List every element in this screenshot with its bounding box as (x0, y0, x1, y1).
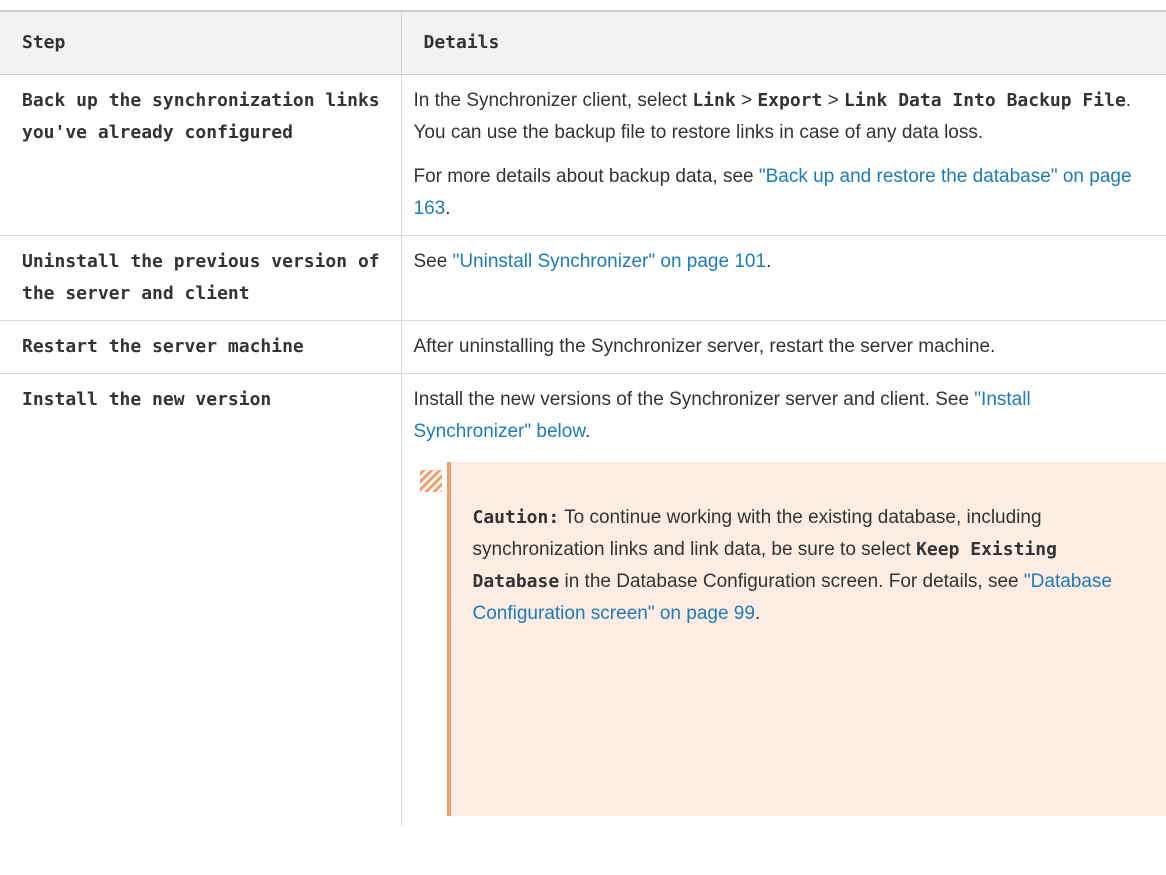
text: . (754, 603, 761, 624)
details-paragraph: See "Uninstall Synchronizer" on page 101… (414, 246, 1151, 278)
steps-table-container: Step Details Back up the synchronization… (0, 10, 1166, 826)
details-cell: Install the new versions of the Synchron… (400, 373, 1166, 826)
menu-separator: > (735, 90, 758, 111)
menu-keyword-link: Link (692, 90, 736, 111)
details-cell: In the Synchronizer client, select Link … (400, 74, 1166, 236)
caution-text: Caution: To continue working with the ex… (473, 502, 1121, 630)
table-row: Install the new version Install the new … (0, 373, 1166, 826)
step-cell: Install the new version (22, 389, 272, 410)
step-cell: Uninstall the previous version of the se… (0, 235, 401, 321)
step-cell: Restart the server machine (0, 320, 401, 374)
details-paragraph: In the Synchronizer client, select Link … (414, 85, 1151, 149)
details-paragraph: Install the new versions of the Synchron… (414, 384, 1151, 448)
step-cell: Back up the synchronization links you've… (0, 74, 401, 236)
table-header-row: Step Details (0, 10, 1166, 75)
text: Install the new versions of the Synchron… (413, 389, 975, 410)
caution-note: Caution: To continue working with the ex… (419, 462, 1166, 816)
table-row: Uninstall the previous version of the se… (0, 235, 1166, 321)
text: In the Synchronizer client, select (413, 90, 693, 111)
menu-keyword-export: Export (757, 90, 823, 111)
striped-caution-icon (419, 470, 442, 492)
column-header-step: Step (0, 10, 401, 75)
table-row: Back up the synchronization links you've… (0, 74, 1166, 236)
details-paragraph: After uninstalling the Synchronizer serv… (413, 336, 996, 357)
text: For more details about backup data, see (413, 166, 759, 187)
text: . (445, 198, 451, 219)
steps-table: Step Details Back up the synchronization… (0, 10, 1166, 826)
table-row: Restart the server machine After uninsta… (0, 320, 1166, 374)
details-cell: See "Uninstall Synchronizer" on page 101… (400, 235, 1166, 321)
uninstall-synchronizer-link[interactable]: "Uninstall Synchronizer" on page 101 (453, 251, 766, 272)
menu-keyword-link-data: Link Data Into Backup File (844, 90, 1126, 111)
text: See (413, 251, 453, 272)
text: . (585, 421, 591, 442)
details-cell: After uninstalling the Synchronizer serv… (400, 320, 1166, 374)
text: in the Database Configuration screen. Fo… (559, 571, 1024, 592)
details-paragraph: For more details about backup data, see … (414, 161, 1151, 225)
caution-label: Caution: (472, 507, 560, 528)
column-header-details: Details (400, 10, 1166, 75)
menu-separator: > (822, 90, 845, 111)
text: . (766, 251, 772, 272)
